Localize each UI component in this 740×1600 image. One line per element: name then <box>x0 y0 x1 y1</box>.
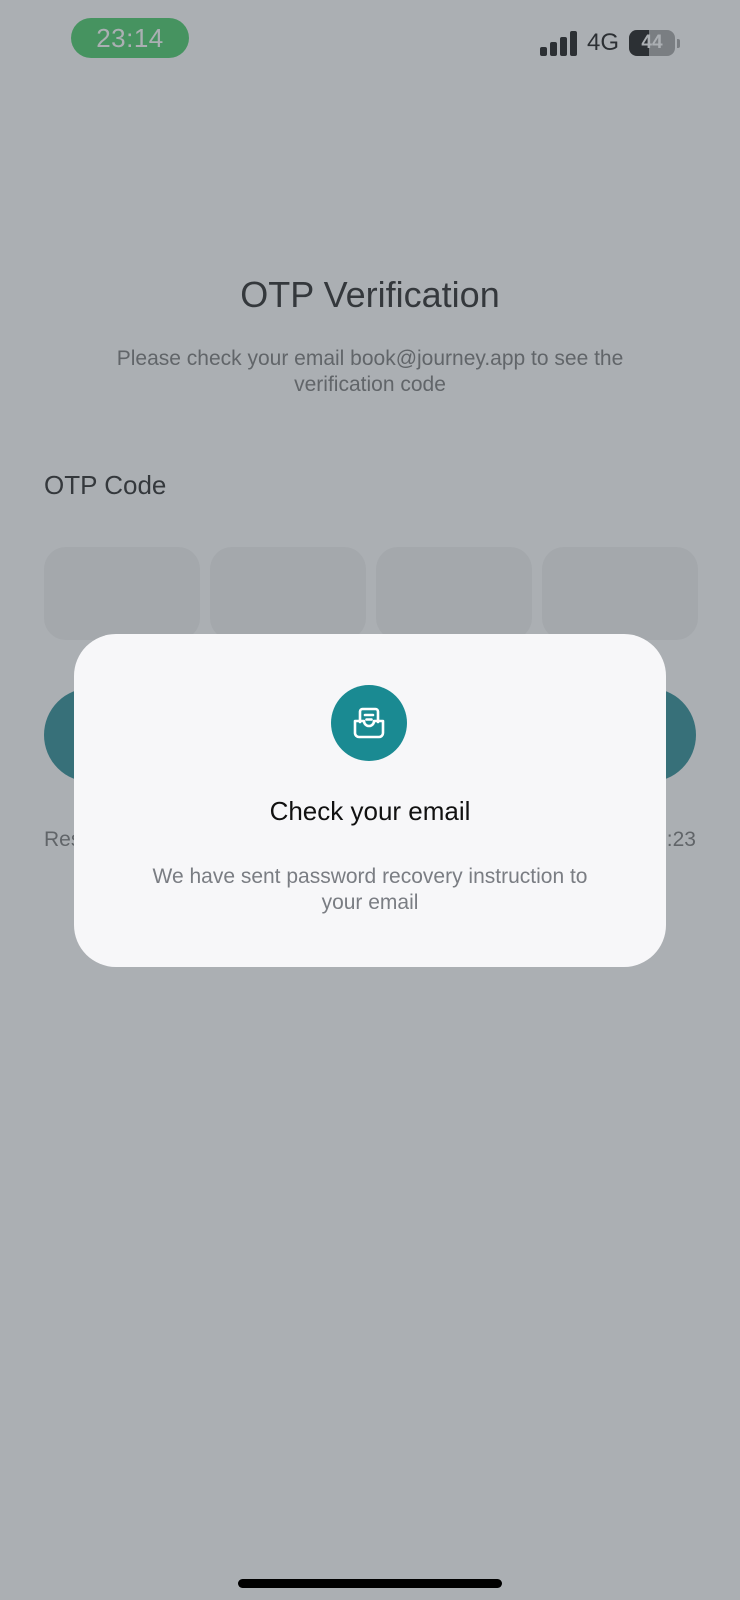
check-email-dialog: Check your email We have sent password r… <box>74 634 666 967</box>
home-indicator[interactable] <box>238 1579 502 1588</box>
otp-verification-screen: 23:14 4G 44 OTP Verification Please chec… <box>0 0 740 1600</box>
dialog-title: Check your email <box>269 796 471 826</box>
mail-inbox-icon <box>331 685 407 761</box>
dialog-message: We have sent password recovery instructi… <box>152 865 588 914</box>
